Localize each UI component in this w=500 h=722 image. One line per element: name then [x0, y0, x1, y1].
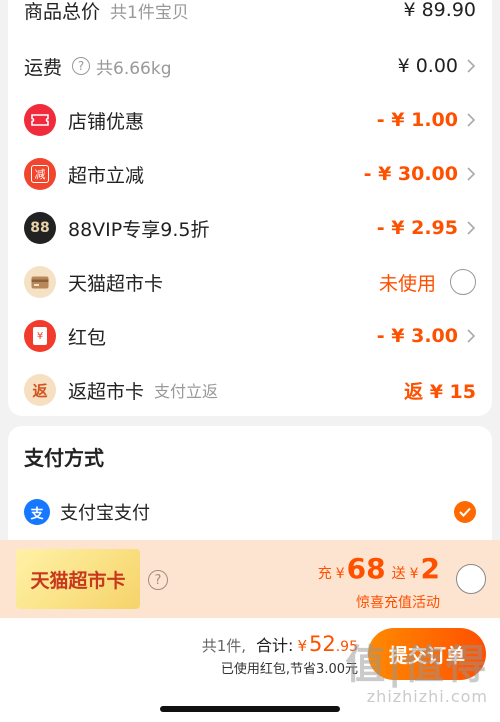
chevron-right-icon [467, 59, 476, 73]
store-discount-row[interactable]: 店铺优惠 - ¥ 1.00 [24, 102, 476, 138]
red-packet-amount: - ¥ 3.00 [376, 325, 458, 347]
rebate-icon: 返 [24, 374, 56, 406]
red-packet-icon: ¥ [24, 320, 56, 352]
help-icon[interactable]: ? [148, 570, 168, 590]
savings-note: 已使用红包,节省3.00元 [220, 662, 358, 677]
recharge-amount: 68 [346, 552, 386, 585]
goods-total-label: 商品总价 [24, 0, 101, 23]
selected-check-icon[interactable] [454, 501, 476, 523]
recharge-offer: 充 ¥ 68 送 ¥ 2 [317, 552, 440, 585]
goods-total-amount: ¥ 89.90 [403, 0, 476, 21]
help-icon[interactable]: ? [72, 57, 91, 75]
shipping-label: 运费 [24, 56, 63, 79]
promo-card-badge: 天猫超市卡 [16, 549, 140, 609]
card-icon [24, 266, 56, 298]
supermarket-discount-label: 超市立减 [68, 164, 145, 187]
payment-card: 支付方式 支 支付宝支付 [8, 426, 492, 546]
chevron-right-icon [467, 113, 476, 127]
store-discount-amount: - ¥ 1.00 [376, 109, 458, 131]
supermarket-card-row[interactable]: 天猫超市卡 未使用 [24, 264, 476, 300]
rebate-sub: 支付立返 [154, 382, 219, 401]
rebate-label: 返超市卡 [68, 380, 145, 403]
item-count: 共1件, [201, 637, 247, 655]
payment-title: 支付方式 [24, 446, 104, 470]
home-indicator [160, 706, 340, 712]
goods-count: 共1件宝贝 [110, 2, 189, 23]
store-discount-label: 店铺优惠 [68, 110, 145, 133]
shipping-amount: ¥ 0.00 [397, 55, 458, 77]
chevron-right-icon [467, 221, 476, 235]
recharge-promo[interactable]: 天猫超市卡 ? 充 ¥ 68 送 ¥ 2 惊喜充值活动 [0, 540, 500, 618]
shipping-weight: 共6.66kg [96, 58, 172, 79]
card-status: 未使用 [378, 272, 436, 295]
order-summary-card: 商品总价 共1件宝贝 ¥ 89.90 运费 ? 共6.66kg ¥ 0.00 店… [8, 0, 492, 416]
vip-discount-row[interactable]: 88 88VIP专享9.5折 - ¥ 2.95 [24, 210, 476, 246]
submit-order-button[interactable]: 提交订单 [368, 628, 486, 680]
ticket-icon [24, 104, 56, 136]
total-line: 共1件, 合计: ¥ 52 .95 [201, 632, 358, 656]
rebate-amount: 返 ¥ 15 [404, 380, 476, 403]
checkout-footer: 共1件, 合计: ¥ 52 .95 已使用红包,节省3.00元 提交订单 [0, 618, 500, 722]
vip-discount-amount: - ¥ 2.95 [376, 217, 458, 239]
supermarket-discount-row[interactable]: 减 超市立减 - ¥ 30.00 [24, 156, 476, 192]
red-packet-label: 红包 [68, 326, 107, 349]
total-amount: 52 [309, 632, 336, 656]
vip-discount-label: 88VIP专享9.5折 [68, 218, 210, 241]
alipay-icon: 支 [24, 499, 50, 525]
shipping-row[interactable]: 运费 ? 共6.66kg ¥ 0.00 [24, 48, 476, 84]
alipay-row[interactable]: 支 支付宝支付 [24, 494, 476, 530]
goods-total-row: 商品总价 共1件宝贝 ¥ 89.90 [24, 0, 476, 28]
discount-badge-icon: 减 [24, 158, 56, 190]
vip-88-icon: 88 [24, 212, 56, 244]
supermarket-card-label: 天猫超市卡 [68, 272, 164, 295]
card-radio[interactable] [450, 269, 476, 295]
promo-subtitle: 惊喜充值活动 [356, 595, 440, 611]
chevron-right-icon [467, 329, 476, 343]
supermarket-discount-amount: - ¥ 30.00 [363, 163, 458, 185]
chevron-right-icon [467, 167, 476, 181]
gift-amount: 2 [420, 552, 440, 585]
red-packet-row[interactable]: ¥ 红包 - ¥ 3.00 [24, 318, 476, 354]
alipay-label: 支付宝支付 [60, 503, 150, 524]
promo-radio[interactable] [456, 564, 486, 594]
rebate-row: 返 返超市卡 支付立返 返 ¥ 15 [24, 372, 476, 408]
total-label: 合计: [256, 636, 294, 655]
